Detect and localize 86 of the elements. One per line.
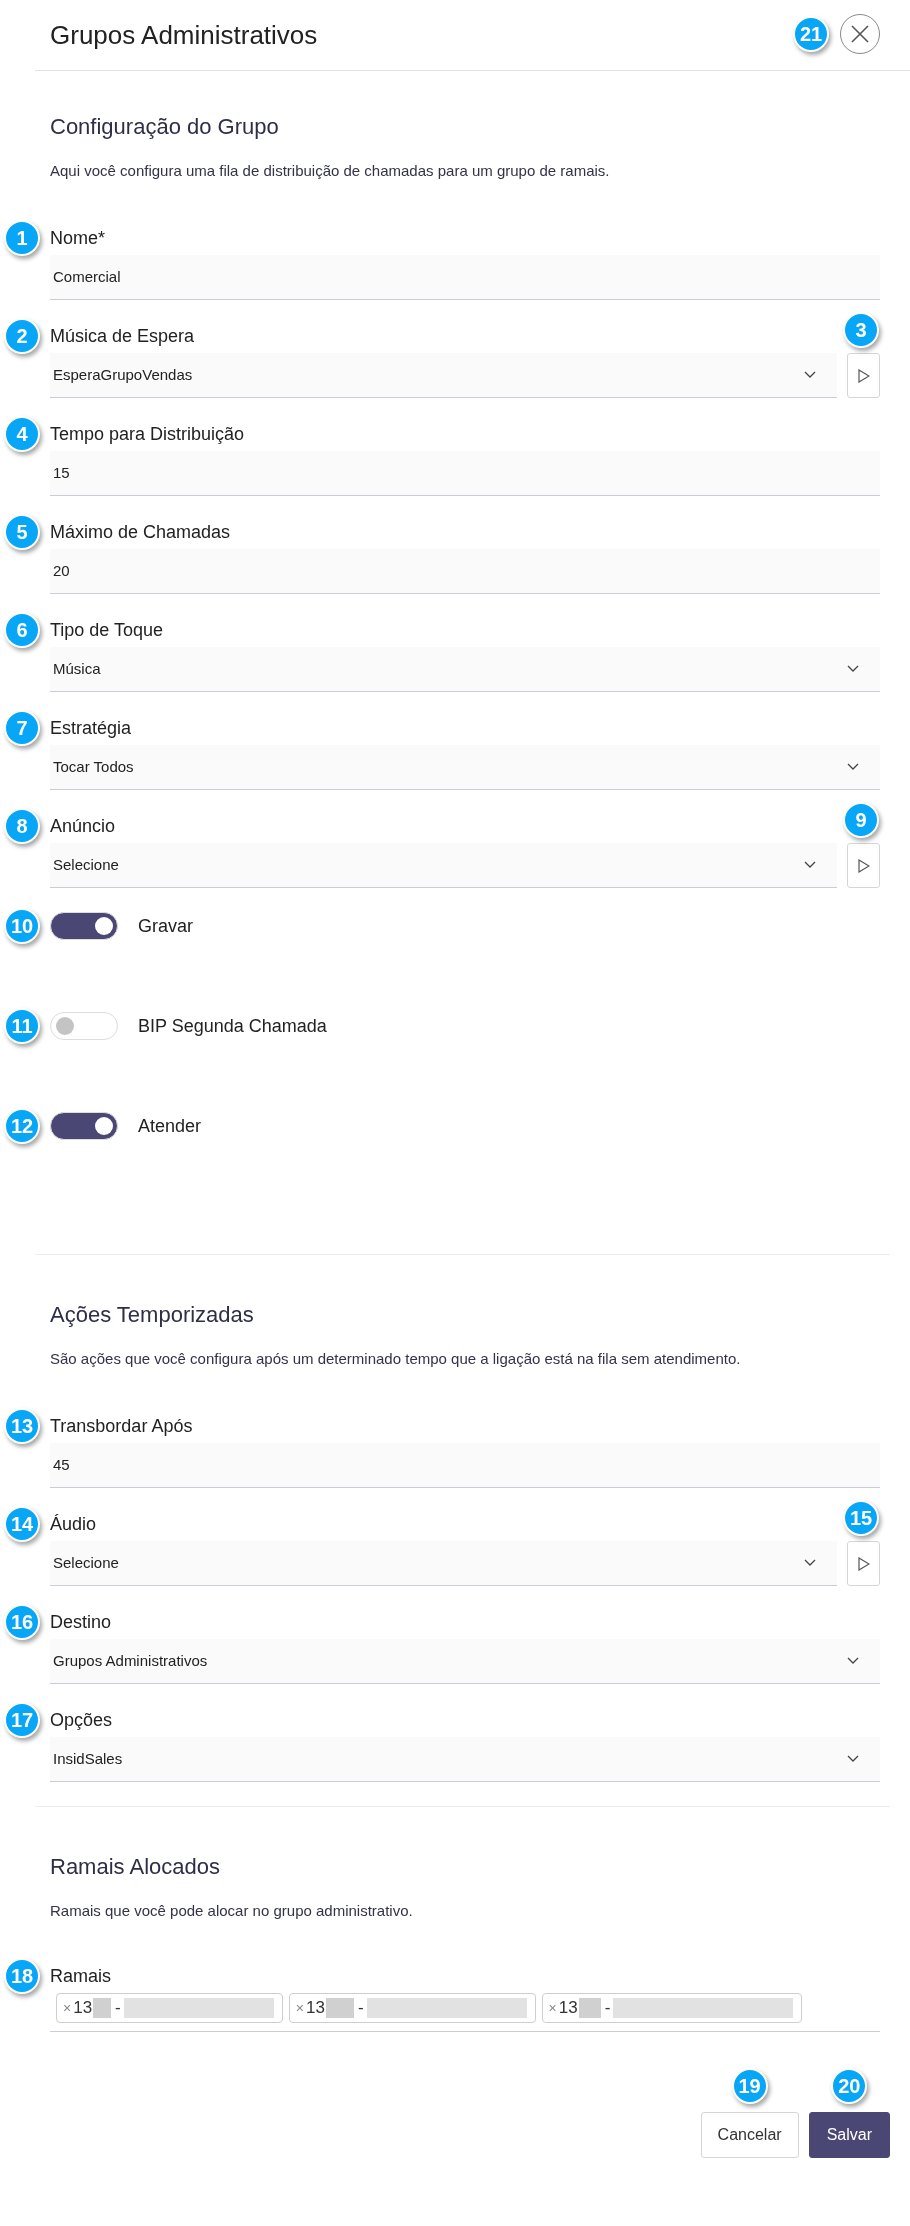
cancel-button[interactable]: Cancelar xyxy=(700,2112,799,2158)
chevron-down-icon xyxy=(847,1657,859,1665)
number-badge: 20 xyxy=(831,2068,868,2104)
select-dropdown[interactable]: Selecione xyxy=(50,1541,837,1586)
input-field[interactable]: 45 xyxy=(50,1443,880,1488)
section-title: Ações Temporizadas xyxy=(50,1301,255,1329)
select-dropdown[interactable]: Tocar Todos xyxy=(50,745,880,790)
section-description: Aqui você configura uma fila de distribuição de chamadas para um grupo de ramais. xyxy=(50,161,611,181)
field-label: Música de Espera xyxy=(50,325,195,348)
field-label: Nome* xyxy=(50,227,106,250)
number-badge: 5 xyxy=(4,514,40,550)
tag-separator: - xyxy=(604,1997,611,2020)
number-badge: 2 xyxy=(4,318,40,354)
tag-text: 13 xyxy=(73,1997,93,2020)
field-label: Tempo para Distribuição xyxy=(50,423,245,446)
input-field[interactable]: 20 xyxy=(50,549,880,594)
number-badge: 15 xyxy=(843,1500,879,1536)
chevron-down-icon xyxy=(847,763,859,771)
input-field[interactable]: 15 xyxy=(50,451,880,496)
field-label: Estratégia xyxy=(50,717,132,740)
tag-text: 13 xyxy=(305,1997,325,2020)
chevron-down-icon xyxy=(804,1559,816,1567)
tag-text: 13 xyxy=(558,1997,578,2020)
number-badge: 13 xyxy=(4,1408,40,1444)
toggle-switch[interactable] xyxy=(50,1012,118,1040)
field-label: Áudio xyxy=(50,1513,97,1536)
play-button[interactable] xyxy=(847,843,880,888)
number-badge: 14 xyxy=(4,1506,40,1542)
remove-tag-icon[interactable]: × xyxy=(63,1997,72,2019)
number-badge: 11 xyxy=(4,1008,40,1044)
play-icon xyxy=(857,1556,870,1571)
section-description: São ações que você configura após um determinado tempo que a ligação está na fila sem atendimento. xyxy=(50,1349,742,1369)
toggle-label: BIP Segunda Chamada xyxy=(138,1014,327,1038)
field-label: Opções xyxy=(50,1709,113,1732)
field-label: Anúncio xyxy=(50,815,116,838)
section-title: Configuração do Grupo xyxy=(50,113,280,141)
remove-tag-icon[interactable]: × xyxy=(295,1997,304,2019)
chevron-down-icon xyxy=(847,665,859,673)
number-badge: 18 xyxy=(4,1958,40,1994)
number-badge: 17 xyxy=(4,1702,40,1738)
tag-separator: - xyxy=(115,1997,121,2020)
play-button[interactable] xyxy=(847,353,880,398)
tag-separator: - xyxy=(357,1997,364,2020)
field-label: Destino xyxy=(50,1611,112,1634)
input-field[interactable]: Comercial xyxy=(50,255,880,300)
chevron-down-icon xyxy=(804,861,816,869)
select-dropdown[interactable]: InsidSales xyxy=(50,1737,880,1782)
number-badge: 3 xyxy=(843,312,879,348)
play-button[interactable] xyxy=(847,1541,880,1586)
play-icon xyxy=(857,858,870,873)
remove-tag-icon[interactable]: × xyxy=(548,1997,557,2019)
toggle-label: Atender xyxy=(138,1114,202,1138)
tag-chip[interactable]: ×13 - xyxy=(288,1993,536,2023)
number-badge: 19 xyxy=(731,2068,768,2104)
select-dropdown[interactable]: Selecione xyxy=(50,843,837,888)
toggle-switch[interactable] xyxy=(50,912,118,940)
save-button[interactable]: Salvar xyxy=(808,2112,890,2158)
field-label: Ramais xyxy=(50,1965,111,1988)
toggle-label: Gravar xyxy=(138,914,193,938)
number-badge: 8 xyxy=(4,808,40,844)
select-dropdown[interactable]: Grupos Administrativos xyxy=(50,1639,880,1684)
tag-chip[interactable]: ×13 - xyxy=(541,1993,803,2023)
tag-chip[interactable]: ×13 - xyxy=(56,1993,283,2023)
section-title: Ramais Alocados xyxy=(50,1853,221,1881)
select-dropdown[interactable]: EsperaGrupoVendas xyxy=(50,353,837,398)
number-badge: 4 xyxy=(4,416,40,452)
dialog-title: Grupos Administrativos xyxy=(50,18,318,52)
number-badge: 7 xyxy=(4,710,40,746)
field-label: Tipo de Toque xyxy=(50,619,164,642)
number-badge: 10 xyxy=(4,908,40,944)
number-badge: 21 xyxy=(793,16,829,52)
field-label: Máximo de Chamadas xyxy=(50,521,231,544)
toggle-switch[interactable] xyxy=(50,1112,118,1140)
chevron-down-icon xyxy=(804,371,816,379)
number-badge: 6 xyxy=(4,612,40,648)
play-icon xyxy=(857,368,870,383)
field-label: Transbordar Após xyxy=(50,1415,193,1438)
close-button[interactable] xyxy=(840,14,880,54)
close-icon xyxy=(850,24,870,44)
chevron-down-icon xyxy=(847,1755,859,1763)
number-badge: 1 xyxy=(4,220,40,256)
number-badge: 12 xyxy=(4,1108,40,1144)
section-description: Ramais que você pode alocar no grupo administrativo. xyxy=(50,1901,414,1921)
number-badge: 9 xyxy=(843,802,879,838)
number-badge: 16 xyxy=(4,1604,40,1640)
select-dropdown[interactable]: Música xyxy=(50,647,880,692)
